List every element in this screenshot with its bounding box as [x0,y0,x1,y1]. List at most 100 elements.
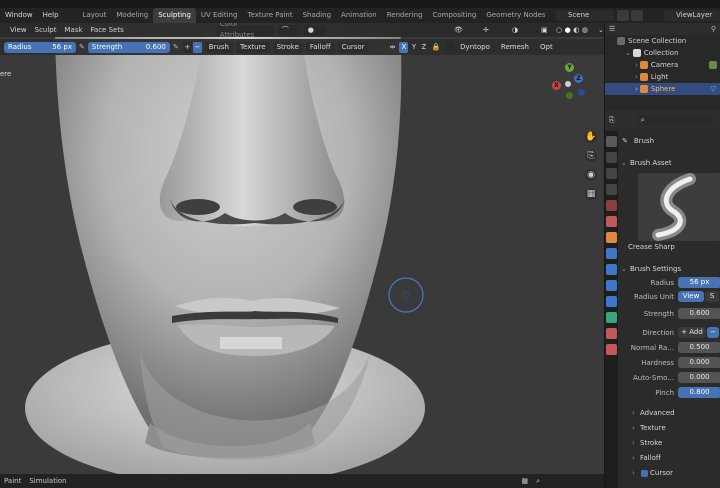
cursor-dropdown[interactable]: Cursor [337,41,369,53]
tab-rendering[interactable]: Rendering [382,8,428,23]
dyntopo-dropdown[interactable]: Dyntopo [456,41,494,53]
tab-sculpting[interactable]: Sculpting [153,8,196,23]
view-layer-selector[interactable]: ViewLayer [664,10,720,21]
gizmo-x-axis[interactable]: X [552,81,561,90]
outliner-scene-collection[interactable]: Scene Collection [605,35,720,47]
subtract-direction-button[interactable]: − [192,41,202,53]
outliner-item-collection[interactable]: ⌄ Collection [605,47,720,59]
add-direction-button[interactable]: + [182,41,192,53]
overlays-toggle[interactable]: ◑ [508,24,534,36]
lock-icon[interactable]: 🔒 [428,43,443,51]
mesh-data-icon[interactable]: ▽ [711,85,720,93]
output-tab-icon[interactable] [606,168,617,179]
outliner-filter-icon[interactable]: ⚲ [711,25,720,33]
sculpt-mesh[interactable] [0,23,604,488]
mirror-z-button[interactable]: Z [419,41,429,53]
editor-type-icon[interactable]: ⎘ [605,116,615,125]
particles-tab-icon[interactable] [606,264,617,275]
direction-add-button[interactable]: + Add [678,327,706,338]
dyntopo-checkbox[interactable] [446,41,455,53]
constraints-tab-icon[interactable] [606,296,617,307]
texture-subpanel[interactable]: › Texture [618,421,720,436]
radius-unit-view-button[interactable]: View [678,291,704,302]
tab-compositing[interactable]: Compositing [427,8,481,23]
menu-view[interactable]: View [6,23,31,37]
strength-field[interactable]: Strength 0.600 [87,41,170,53]
gizmo-toggle[interactable]: ✛ [479,24,505,36]
tab-layout[interactable]: Layout [78,8,112,23]
outliner-item-camera[interactable]: › Camera [605,59,720,71]
radius-property-field[interactable]: 56 px [678,277,720,288]
strength-property-field[interactable]: 0.600 [678,308,720,319]
pressure-strength-icon[interactable]: ✎ [170,43,182,51]
gizmo-z-axis[interactable]: Z [574,74,583,83]
mirror-x-button[interactable]: X [399,41,409,53]
cursor-checkbox[interactable] [641,470,648,477]
tab-simulation[interactable]: Simulation [25,477,70,485]
stroke-subpanel[interactable]: › Stroke [618,436,720,451]
object-tab-icon[interactable] [606,232,617,243]
brush-asset-panel-header[interactable]: ⌄ Brush Asset [618,157,720,169]
zoom-icon[interactable]: ◉ [585,169,597,181]
pan-hand-icon[interactable]: ✋ [585,131,597,143]
filter-icon[interactable]: ☰ [605,25,615,33]
grid-projection-icon[interactable]: ▦ [585,188,597,200]
radius-field[interactable]: Radius 56 px [4,41,76,53]
modifier-tab-icon[interactable] [606,248,617,259]
gizmo-neg-z[interactable] [578,89,585,96]
hardness-field[interactable]: 0.000 [678,357,720,368]
outliner-item-sphere[interactable]: › Sphere ▽ [605,83,720,95]
texture-dropdown[interactable]: Texture [235,41,270,53]
brush-settings-panel-header[interactable]: ⌄ Brush Settings [618,263,720,275]
gizmo-y-axis[interactable]: Y [565,63,574,72]
gizmo-neg-y[interactable] [566,92,573,99]
navigation-gizmo[interactable]: Y Z X [552,63,588,103]
auto-smooth-field[interactable]: 0.000 [678,372,720,383]
remesh-dropdown[interactable]: Remesh [496,41,533,53]
tool-tab-icon[interactable] [606,136,617,147]
xray-toggle[interactable]: ▣ [537,24,549,36]
outliner-item-light[interactable]: › Light [605,71,720,83]
scene-tab-icon[interactable] [606,200,617,211]
falloff-subpanel[interactable]: › Falloff [618,451,720,466]
stroke-dropdown[interactable]: Stroke [272,41,303,53]
render-tab-icon[interactable] [606,152,617,163]
view-object-types-dropdown[interactable]: 👁 [450,24,476,36]
grid-icon[interactable]: ▦ [517,477,532,485]
pressure-radius-icon[interactable]: ✎ [76,43,88,51]
menu-help[interactable]: Help [38,8,64,23]
data-tab-icon[interactable] [606,312,617,323]
falloff-shape-dropdown[interactable]: ⌒ [277,24,300,36]
new-scene-icon[interactable] [617,10,629,21]
tab-paint[interactable]: Paint [0,477,25,485]
advanced-subpanel[interactable]: › Advanced [618,406,720,421]
brush-preview-thumbnail[interactable] [638,173,720,241]
normal-radius-field[interactable]: 0.500 [678,342,720,353]
gizmo-center[interactable] [565,81,571,87]
options-dropdown[interactable]: Opt [535,41,557,53]
stroke-type-dropdown[interactable]: ● [303,24,326,36]
delete-scene-icon[interactable] [631,10,643,21]
tab-texture-paint[interactable]: Texture Paint [242,8,297,23]
direction-subtract-button[interactable]: − [707,327,719,338]
menu-sculpt[interactable]: Sculpt [31,23,61,37]
tab-animation[interactable]: Animation [336,8,382,23]
pinch-field[interactable]: 0.800 [678,387,720,398]
tab-uv-editing[interactable]: UV Editing [196,8,243,23]
falloff-dropdown[interactable]: Falloff [305,41,335,53]
radius-unit-scene-button[interactable]: S [705,291,719,302]
camera-data-icon[interactable] [709,61,717,69]
menu-window[interactable]: Window [0,8,38,23]
menu-mask[interactable]: Mask [61,23,87,37]
scene-selector[interactable]: Scene [556,10,614,21]
brush-dropdown[interactable]: Brush [204,41,233,53]
world-tab-icon[interactable] [606,216,617,227]
tab-shading[interactable]: Shading [298,8,336,23]
shading-options-dropdown[interactable]: ⌄ [594,24,604,36]
camera-view-icon[interactable]: ⎘ [585,150,597,162]
view-layer-tab-icon[interactable] [606,184,617,195]
tab-geometry-nodes[interactable]: Geometry Nodes [481,8,550,23]
tab-modeling[interactable]: Modeling [111,8,153,23]
menu-face-sets[interactable]: Face Sets [87,23,128,37]
mirror-y-button[interactable]: Y [409,41,419,53]
